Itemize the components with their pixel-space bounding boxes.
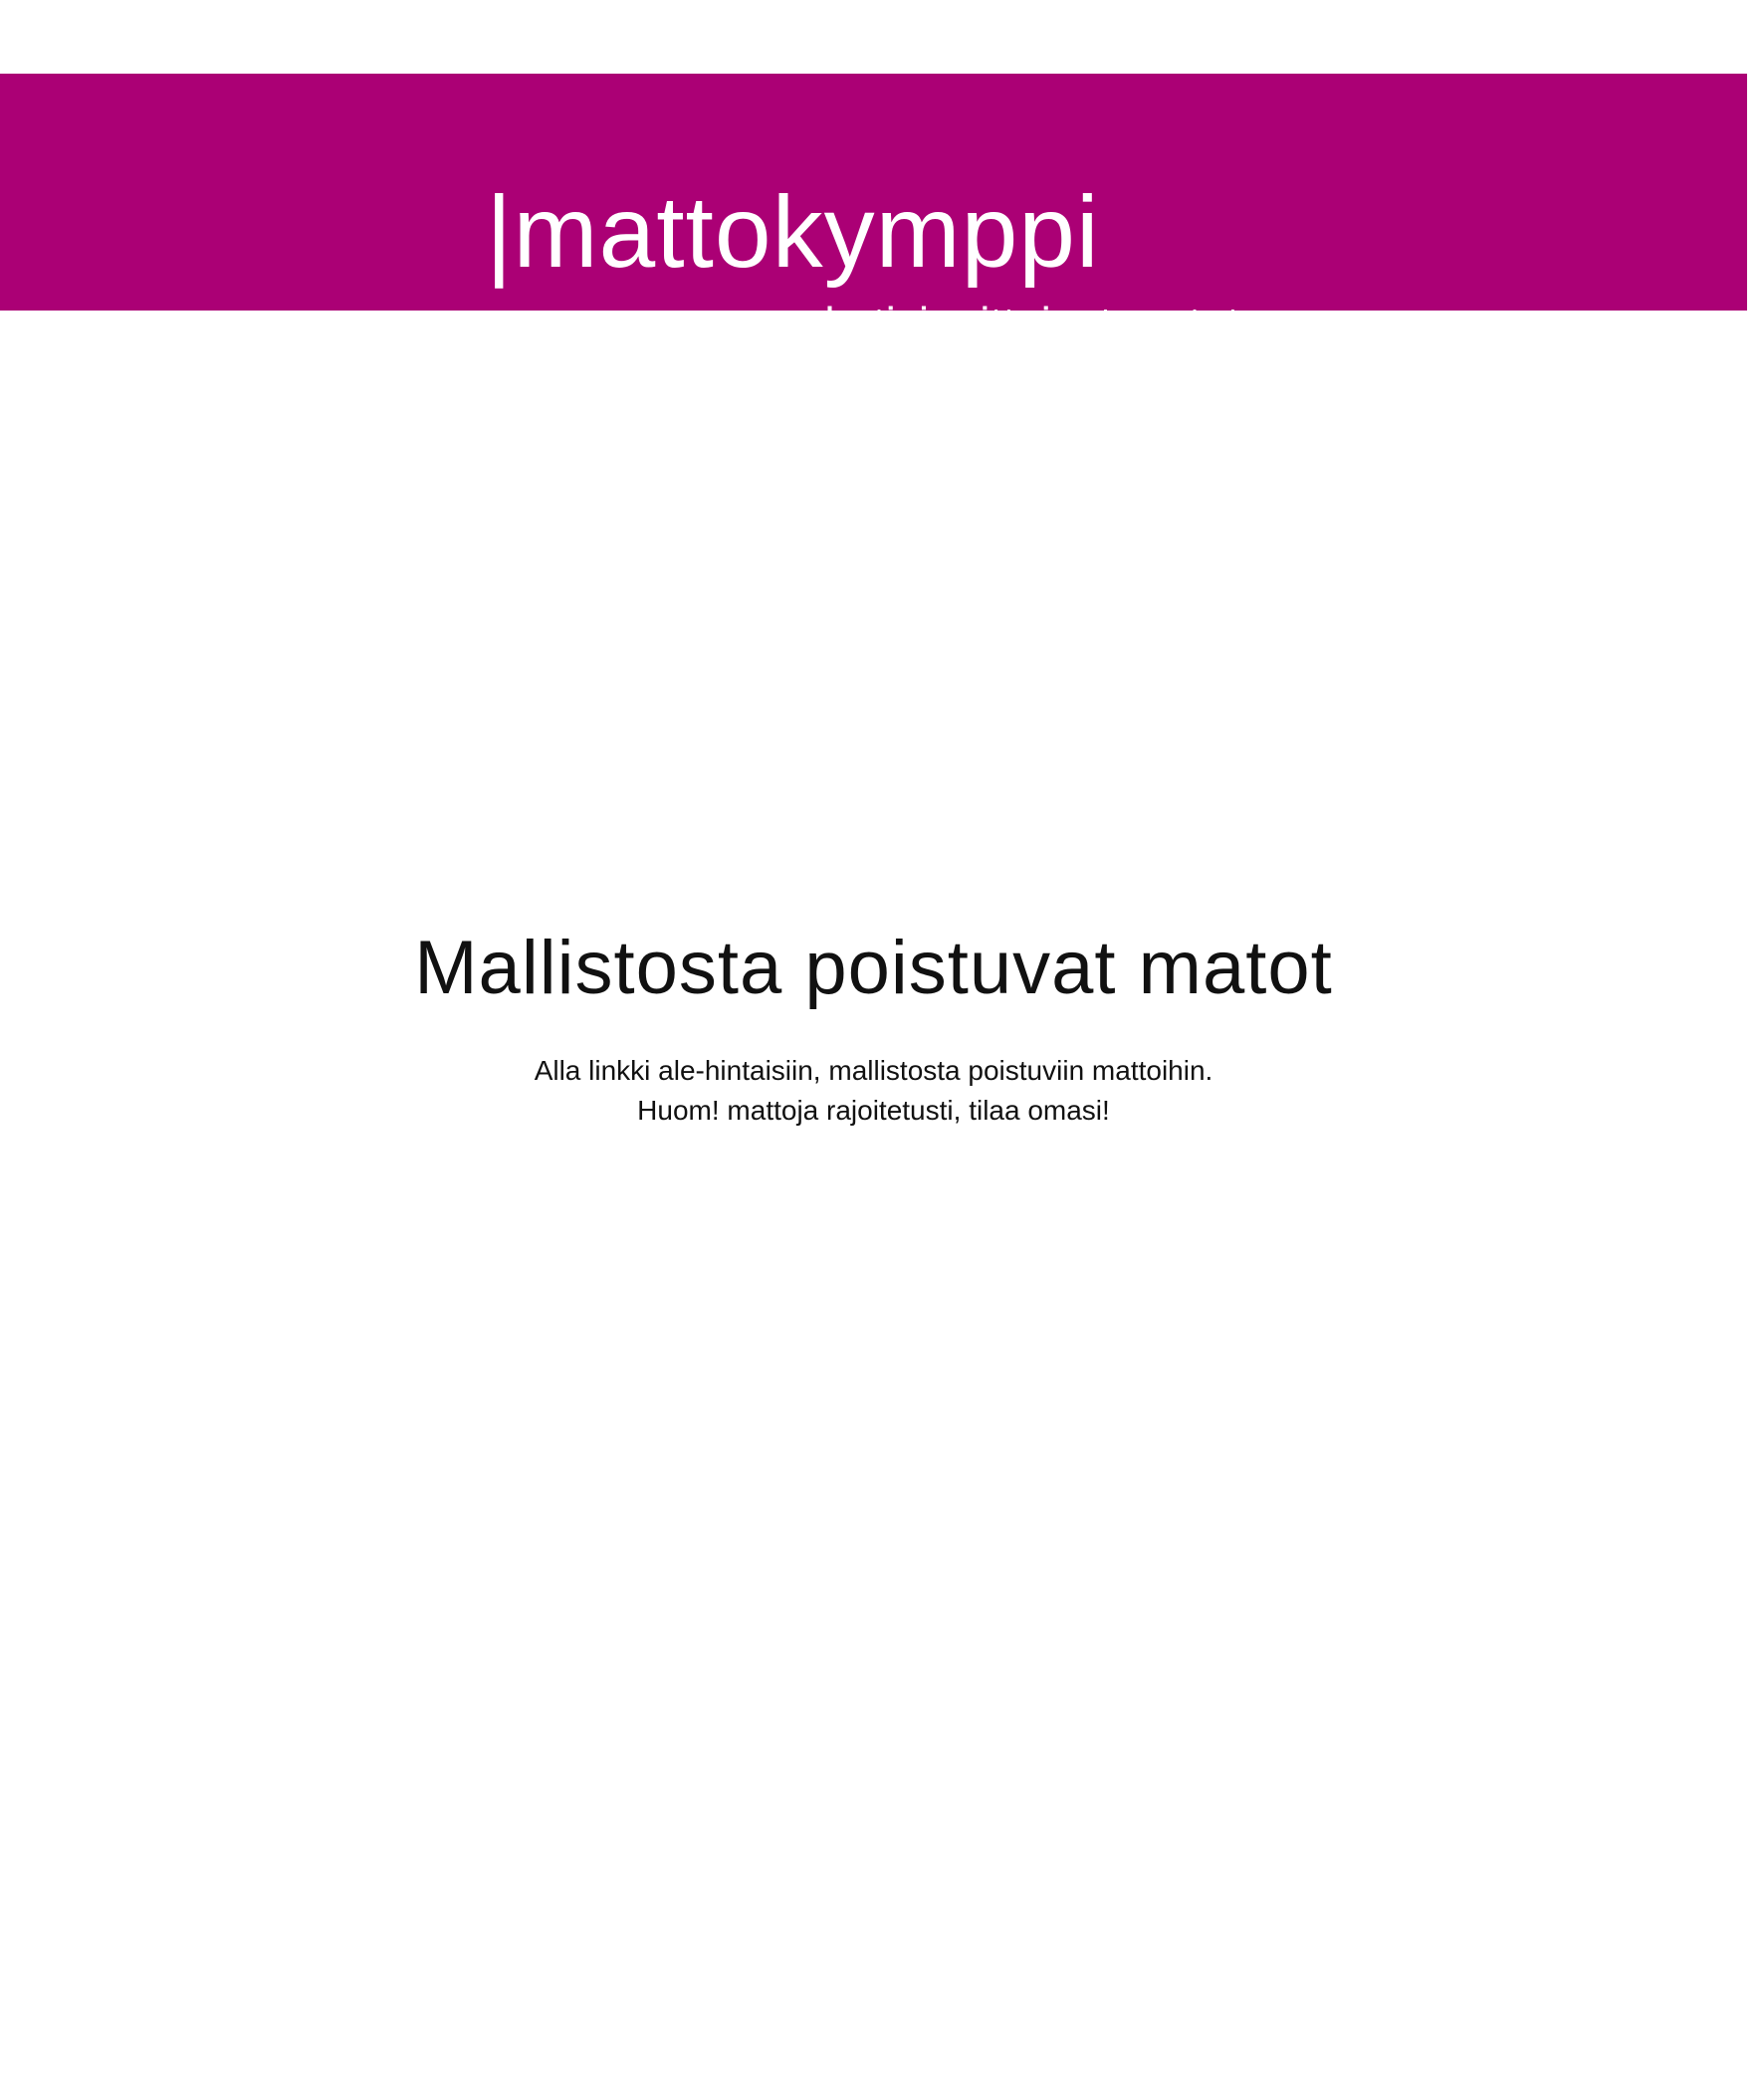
intro-text: Alla linkki ale-hintaisiin, mallistosta … <box>0 1051 1747 1131</box>
brand-banner: |mattokymppi - kotisi mittaiset matot <box>0 74 1747 346</box>
intro-line-limited-notice: Huom! mattoja rajoitetusti, tilaa omasi! <box>637 1095 1110 1126</box>
page-title: Mallistosta poistuvat matot <box>414 926 1333 1010</box>
brand-logo: |mattokymppi <box>486 175 1100 289</box>
intro-line-sale-link: Alla linkki ale-hintaisiin, mallistosta … <box>534 1055 1213 1086</box>
brand-tagline: - kotisi mittaiset matot <box>796 298 1239 349</box>
